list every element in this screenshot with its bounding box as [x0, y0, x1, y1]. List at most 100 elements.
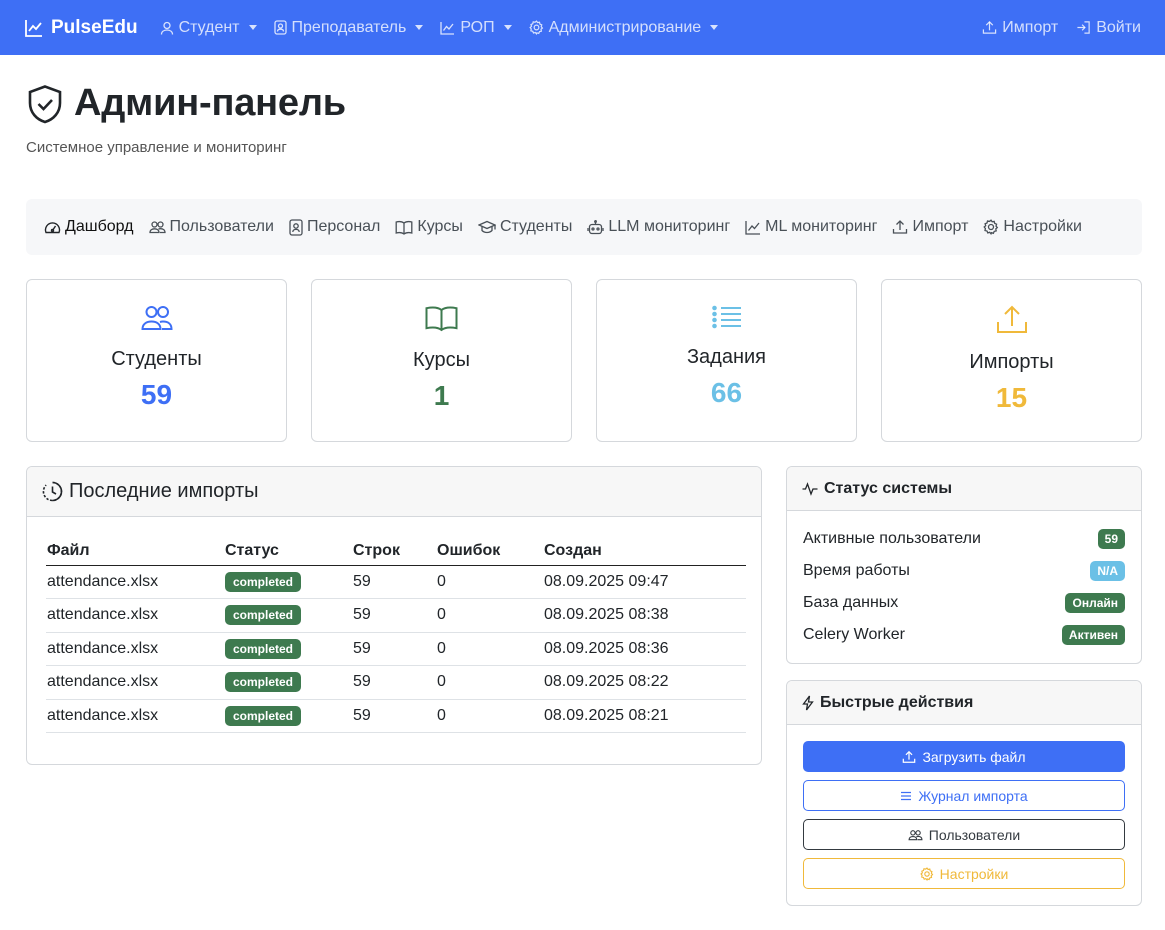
users-button[interactable]: Пользователи [803, 819, 1125, 850]
table-row: attendance.xlsx completed 59 0 08.09.202… [46, 699, 746, 733]
recent-imports-title: Последние импорты [69, 480, 259, 502]
tab-import[interactable]: Импорт [892, 218, 968, 236]
status-badge: completed [225, 638, 302, 659]
navbar-right: Импорт Войти [982, 19, 1141, 37]
stat-value: 66 [710, 377, 743, 408]
tab-dashboard[interactable]: Дашборд [44, 218, 134, 236]
system-status-header: Статус системы [787, 467, 1141, 511]
rows-cell: 59 [352, 598, 436, 633]
nav-menu-teacher[interactable]: Преподаватель [273, 18, 424, 37]
tab-llm-monitoring[interactable]: LLM мониторинг [587, 218, 730, 236]
nav-menu-rop[interactable]: РОП [440, 19, 512, 37]
created-cell: 08.09.2025 08:22 [543, 665, 746, 700]
rows-cell: 59 [352, 665, 436, 700]
nav-menu-label: Преподаватель [291, 18, 407, 36]
tab-students[interactable]: Студенты [477, 218, 573, 236]
system-status-list: Активные пользователи 59 Время работы N/… [787, 511, 1141, 651]
status-cell: completed [224, 699, 352, 733]
status-badge: Онлайн [1065, 593, 1125, 613]
upload-file-button[interactable]: Загрузить файл [803, 741, 1125, 772]
person-badge-icon [273, 20, 287, 35]
errors-cell: 0 [436, 699, 543, 733]
recent-imports-card: Последние импорты Файл Статус Строк Ошиб… [26, 466, 762, 765]
gear-icon [919, 866, 934, 881]
nav-import-link[interactable]: Импорт [982, 19, 1058, 37]
tab-label: Пользователи [169, 218, 274, 235]
column-header: Строк [352, 534, 436, 566]
settings-button[interactable]: Настройки [803, 858, 1125, 889]
shield-check-icon [26, 84, 64, 124]
caret-down-icon [248, 25, 257, 30]
status-label: Celery Worker [803, 626, 905, 643]
system-status-title: Статус системы [824, 479, 953, 497]
status-row-uptime: Время работы N/A [787, 555, 1141, 587]
nav-login-link[interactable]: Войти [1076, 19, 1141, 37]
tab-settings[interactable]: Настройки [983, 218, 1082, 236]
table-row: attendance.xlsx completed 59 0 08.09.202… [46, 598, 746, 633]
brand-link[interactable]: PulseEdu [24, 17, 138, 39]
stat-label: Студенты [111, 348, 202, 370]
robot-icon [587, 219, 605, 235]
page-subtitle: Системное управление и мониторинг [26, 139, 287, 156]
errors-cell: 0 [436, 565, 543, 599]
tab-label: LLM мониторинг [608, 218, 731, 235]
rows-cell: 59 [352, 565, 436, 599]
column-header: Файл [46, 534, 224, 566]
import-log-button[interactable]: Журнал импорта [803, 780, 1125, 811]
tab-label: Дашборд [65, 218, 134, 235]
rows-cell: 59 [352, 699, 436, 733]
activity-icon [802, 481, 818, 496]
page-title-text: Админ-панель [74, 82, 346, 124]
button-label: Журнал импорта [918, 787, 1028, 804]
column-header: Создан [543, 534, 746, 566]
tab-courses[interactable]: Курсы [395, 218, 463, 236]
admin-tabs: Дашборд Пользователи Персонал Курсы Студ… [26, 199, 1142, 255]
people-icon [148, 220, 166, 234]
tab-users[interactable]: Пользователи [148, 218, 274, 236]
graph-icon [745, 220, 761, 235]
file-cell: attendance.xlsx [46, 565, 224, 599]
tab-label: Импорт [912, 218, 969, 235]
list-icon [711, 305, 742, 329]
file-cell: attendance.xlsx [46, 699, 224, 733]
stat-label: Импорты [969, 351, 1054, 373]
tab-label: ML мониторинг [765, 218, 878, 235]
recent-imports-header: Последние импорты [27, 467, 761, 517]
errors-cell: 0 [436, 598, 543, 633]
created-cell: 08.09.2025 08:36 [543, 632, 746, 666]
file-cell: attendance.xlsx [46, 598, 224, 633]
lightning-icon [802, 695, 814, 711]
button-label: Пользователи [928, 826, 1021, 843]
table-row: attendance.xlsx completed 59 0 08.09.202… [46, 665, 746, 700]
stat-value: 1 [433, 380, 450, 411]
tab-label: Персонал [306, 218, 381, 235]
quick-actions-header: Быстрые действия [787, 681, 1141, 725]
nav-login-label: Войти [1096, 18, 1141, 36]
status-label: Время работы [803, 562, 910, 579]
errors-cell: 0 [436, 665, 543, 700]
nav-menu-admin[interactable]: Администрирование [528, 19, 719, 37]
person-badge-icon [289, 218, 303, 236]
nav-menu-label: Студент [178, 18, 240, 36]
status-cell: completed [224, 632, 352, 666]
status-badge: Активен [1061, 625, 1125, 645]
tab-staff[interactable]: Персонал [289, 218, 380, 236]
tab-ml-monitoring[interactable]: ML мониторинг [745, 218, 877, 236]
graph-icon [440, 21, 455, 35]
status-badge: completed [225, 605, 302, 626]
graph-icon [24, 18, 44, 38]
caret-down-icon [415, 25, 424, 30]
tab-label: Курсы [417, 218, 463, 235]
imports-table: Файл Статус Строк Ошибок Создан attendan… [46, 534, 746, 733]
table-row: attendance.xlsx completed 59 0 08.09.202… [46, 632, 746, 666]
person-icon [160, 21, 174, 35]
stat-card-imports: Импорты 15 [881, 279, 1142, 442]
table-header-row: Файл Статус Строк Ошибок Создан [46, 534, 746, 566]
status-badge: completed [225, 571, 302, 592]
stat-value: 15 [995, 382, 1028, 413]
tab-label: Студенты [499, 218, 573, 235]
caret-down-icon [503, 25, 512, 30]
status-cell: completed [224, 665, 352, 700]
nav-menu-student[interactable]: Студент [160, 19, 257, 37]
upload-icon [996, 305, 1028, 334]
